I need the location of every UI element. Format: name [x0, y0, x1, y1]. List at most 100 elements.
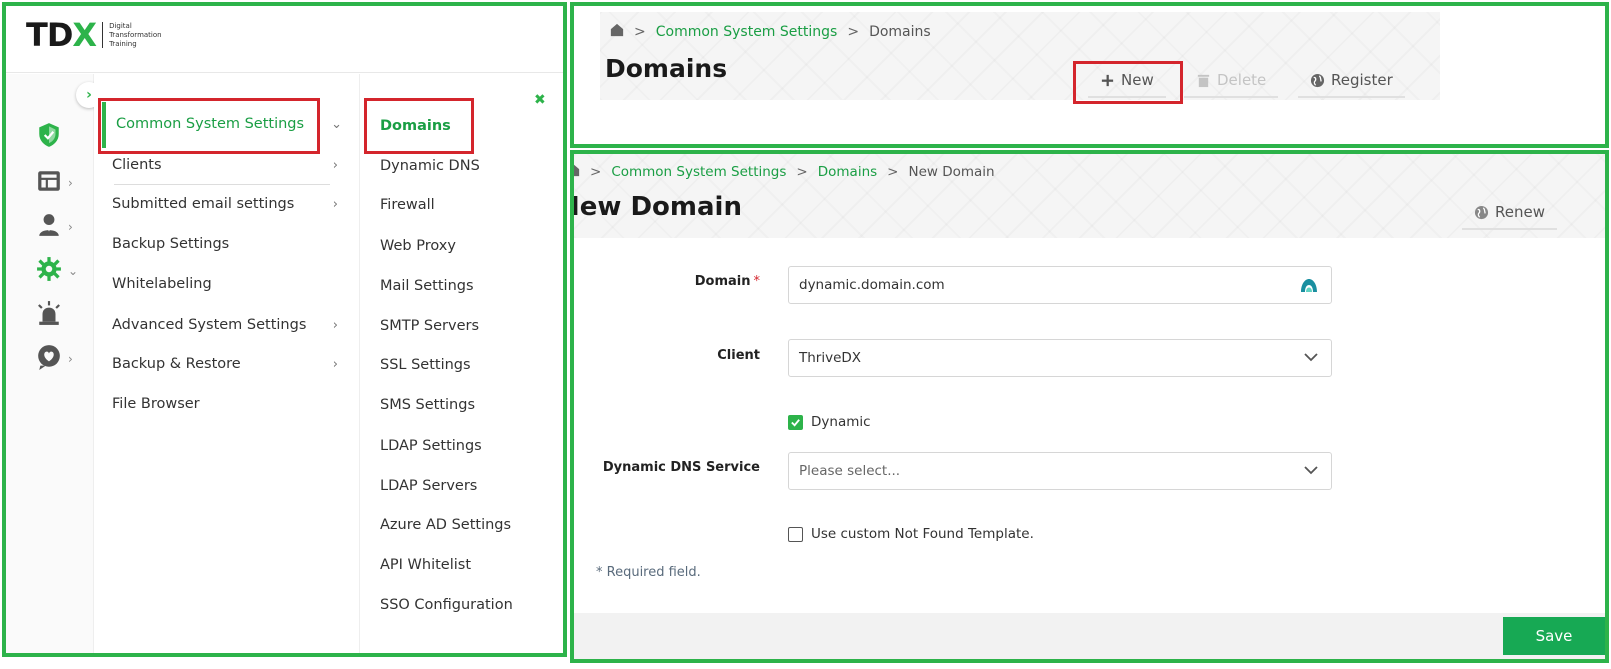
submenu-item-sso-configuration[interactable]: SSO Configuration: [380, 593, 513, 617]
menu-item-backup-settings[interactable]: Backup Settings: [112, 231, 352, 257]
menu-item-file-browser[interactable]: File Browser: [112, 391, 352, 417]
header-divider: [6, 72, 563, 73]
menu-item-label: Backup & Restore: [112, 356, 241, 372]
highlight-box: [1073, 61, 1183, 104]
renew-button[interactable]: Renew: [1462, 196, 1557, 230]
rail-item-users[interactable]: ›: [36, 212, 86, 242]
dynamic-checkbox-label: Dynamic: [811, 414, 871, 430]
rail-item-dashboard[interactable]: ›: [36, 168, 86, 198]
required-field-note: * Required field.: [596, 565, 701, 580]
shield-icon: [36, 122, 62, 152]
submenu: Domains Dynamic DNS Firewall Web Proxy M…: [362, 74, 552, 653]
password-manager-icon[interactable]: [1299, 276, 1319, 300]
breadcrumb-current: New Domain: [908, 164, 995, 180]
custom-not-found-template-label: Use custom Not Found Template.: [811, 526, 1034, 542]
navigation-panel: TDX Digital Transformation Training › ›: [2, 2, 567, 657]
breadcrumb-separator: >: [634, 24, 646, 40]
menu-item-label: Advanced System Settings: [112, 317, 307, 333]
home-icon[interactable]: [574, 163, 580, 181]
domain-input-value: dynamic.domain.com: [799, 277, 945, 293]
menu-item-clients[interactable]: Clients ›: [112, 152, 352, 178]
menu-item-backup-restore[interactable]: Backup & Restore ›: [112, 351, 352, 377]
chevron-right-icon: ›: [332, 317, 338, 333]
form-footer: [574, 613, 1605, 659]
chevron-down-icon: [1303, 462, 1319, 482]
chevron-right-icon: ›: [68, 220, 73, 234]
submenu-item-ssl-settings[interactable]: SSL Settings: [380, 353, 471, 377]
breadcrumb-link-common-system-settings[interactable]: Common System Settings: [656, 24, 838, 40]
heart-chat-icon: [36, 344, 62, 374]
menu-item-whitelabeling[interactable]: Whitelabeling: [112, 271, 352, 297]
chevron-down-icon: ⌄: [331, 116, 342, 132]
register-button-label: Register: [1331, 71, 1393, 89]
submenu-item-smtp-servers[interactable]: SMTP Servers: [380, 314, 479, 338]
chevron-right-icon: ›: [332, 157, 338, 173]
icon-rail: › › ⌄ ›: [6, 74, 94, 653]
breadcrumb-separator: >: [590, 164, 602, 180]
checkbox-checked-icon: [788, 414, 803, 430]
globe-icon: [1310, 73, 1325, 88]
dynamic-dns-service-select[interactable]: Please select...: [788, 452, 1332, 490]
chevron-right-icon: ›: [68, 176, 73, 190]
delete-button-label: Delete: [1217, 71, 1267, 89]
chevron-down-icon: ⌄: [68, 264, 79, 278]
breadcrumb: > Common System Settings > Domains > New…: [574, 163, 995, 181]
domain-label: Domain *: [695, 274, 760, 289]
logo-sub-line1: Digital: [109, 21, 132, 30]
user-icon: [36, 212, 62, 242]
menu-item-label: Submitted email settings: [112, 196, 295, 212]
logo-mark-x: X: [72, 16, 97, 54]
domain-label-text: Domain: [694, 274, 751, 289]
highlight-box: [98, 98, 320, 154]
dynamic-checkbox[interactable]: Dynamic: [788, 414, 871, 430]
submenu-item-sms-settings[interactable]: SMS Settings: [380, 393, 475, 417]
breadcrumb-link-domains[interactable]: Domains: [818, 164, 877, 180]
rail-item-support[interactable]: ›: [36, 344, 86, 374]
new-domain-panel: > Common System Settings > Domains > New…: [570, 150, 1609, 663]
dashboard-icon: [36, 168, 62, 198]
client-label: Client: [717, 348, 760, 363]
menu-item-submitted-email-settings[interactable]: Submitted email settings ›: [112, 191, 352, 217]
breadcrumb-link-common-system-settings[interactable]: Common System Settings: [611, 164, 786, 180]
menu-item-label: Whitelabeling: [112, 276, 212, 292]
menu-divider: [114, 184, 330, 185]
rail-item-settings[interactable]: ⌄: [36, 256, 86, 286]
domain-form: Domain * dynamic.domain.com Client Thrive…: [574, 238, 1605, 618]
domains-page-panel: > Common System Settings > Domains Domai…: [570, 2, 1609, 148]
renew-button-label: Renew: [1495, 203, 1545, 221]
custom-not-found-template-checkbox[interactable]: Use custom Not Found Template.: [788, 526, 1034, 542]
rail-item-alerts[interactable]: [36, 300, 86, 330]
menu-item-advanced-system-settings[interactable]: Advanced System Settings ›: [112, 312, 352, 338]
submenu-item-azure-ad-settings[interactable]: Azure AD Settings: [380, 513, 511, 537]
rail-item-security[interactable]: [36, 122, 86, 152]
menu-item-label: Clients: [112, 157, 162, 173]
breadcrumb: > Common System Settings > Domains: [610, 23, 931, 41]
delete-button[interactable]: Delete: [1184, 64, 1279, 98]
submenu-item-api-whitelist[interactable]: API Whitelist: [380, 553, 471, 577]
home-icon[interactable]: [610, 23, 624, 41]
menu-item-label: File Browser: [112, 396, 200, 412]
submenu-item-web-proxy[interactable]: Web Proxy: [380, 234, 456, 258]
logo-mark-td: TD: [26, 16, 73, 54]
submenu-item-firewall[interactable]: Firewall: [380, 193, 435, 217]
domain-input[interactable]: dynamic.domain.com: [788, 266, 1332, 304]
client-select[interactable]: ThriveDX: [788, 339, 1332, 377]
submenu-item-ldap-settings[interactable]: LDAP Settings: [380, 434, 482, 458]
submenu-item-ldap-servers[interactable]: LDAP Servers: [380, 474, 477, 498]
trash-icon: [1196, 73, 1211, 88]
client-select-value: ThriveDX: [799, 350, 862, 366]
chevron-right-icon: ›: [86, 87, 92, 103]
register-button[interactable]: Register: [1298, 64, 1405, 98]
globe-icon: [1474, 205, 1489, 220]
submenu-item-dynamic-dns[interactable]: Dynamic DNS: [380, 154, 480, 178]
save-button[interactable]: Save: [1503, 617, 1605, 655]
breadcrumb-separator: >: [847, 24, 860, 40]
logo-sub-line2: Transformation: [109, 30, 162, 39]
chevron-right-icon: ›: [68, 352, 73, 366]
breadcrumb-separator: >: [796, 164, 808, 180]
submenu-item-mail-settings[interactable]: Mail Settings: [380, 274, 474, 298]
menu-item-label: Backup Settings: [112, 236, 230, 252]
tdx-logo[interactable]: TDX Digital Transformation Training: [26, 16, 162, 54]
close-icon[interactable]: ✖: [534, 92, 546, 108]
dynamic-dns-service-placeholder: Please select...: [799, 463, 901, 479]
